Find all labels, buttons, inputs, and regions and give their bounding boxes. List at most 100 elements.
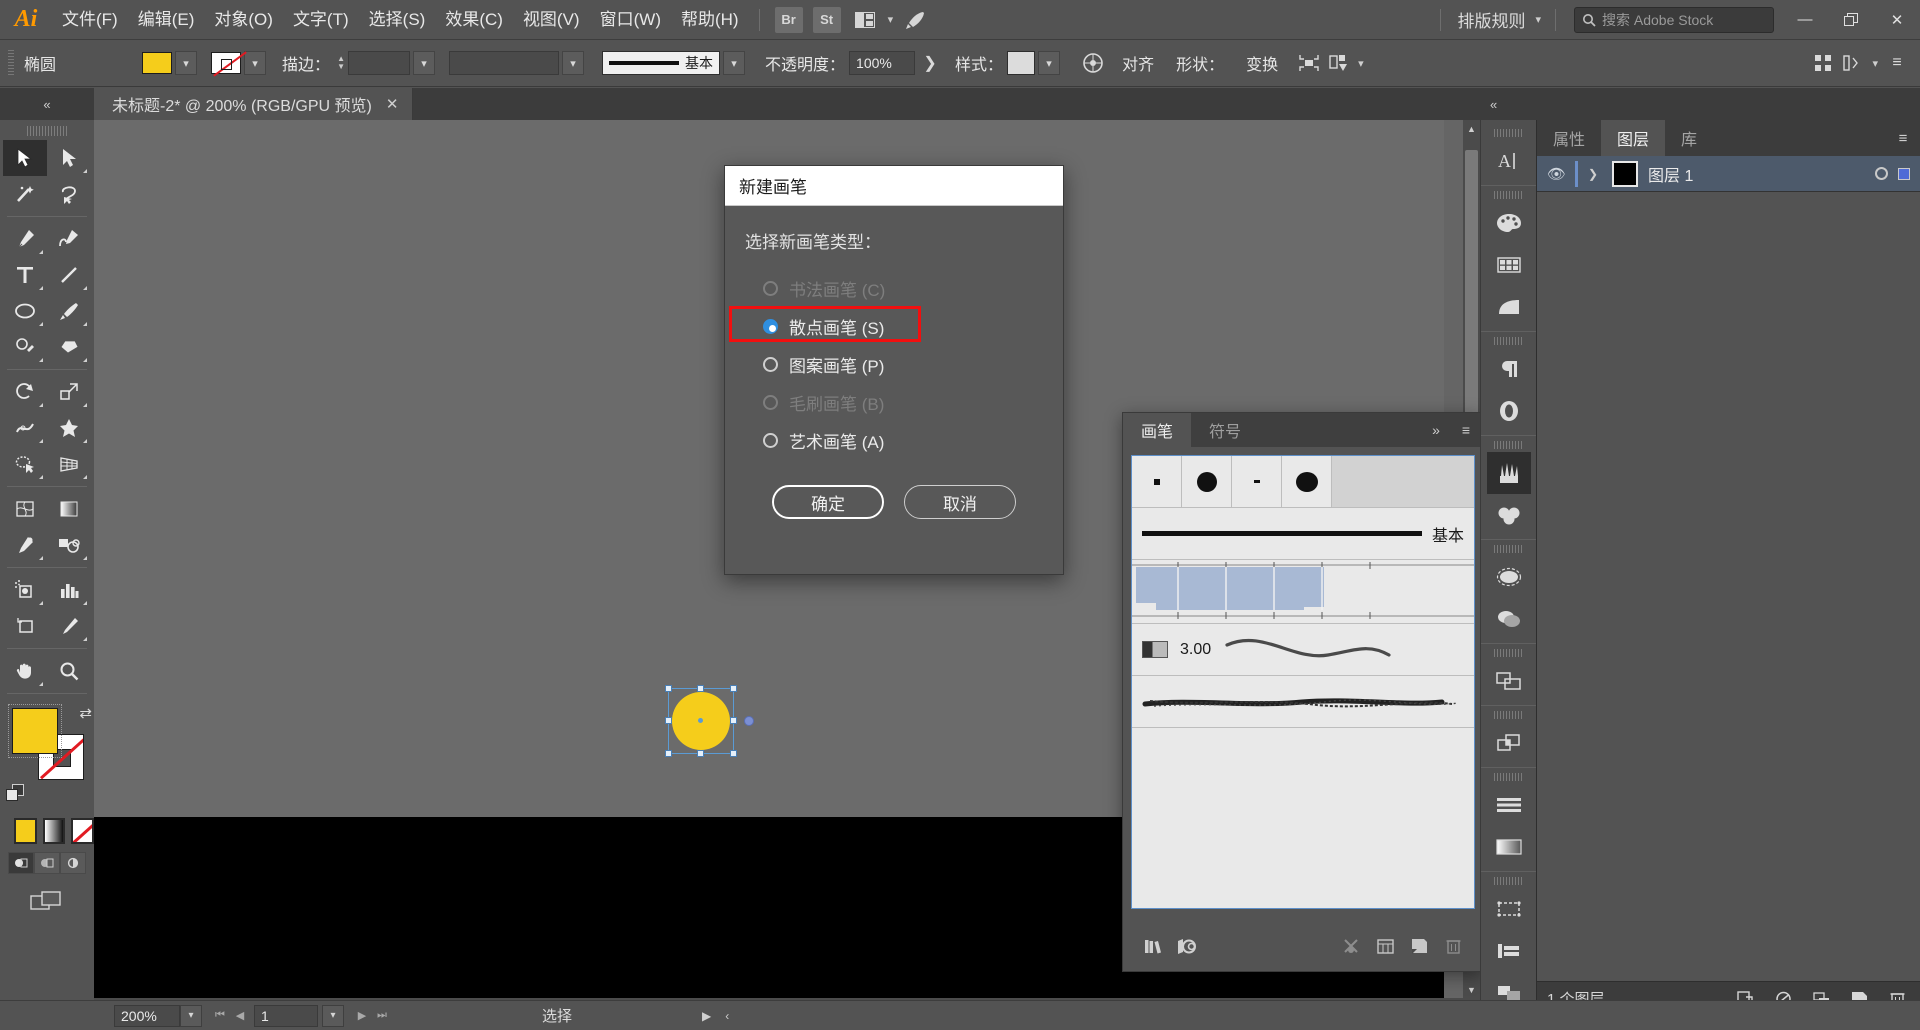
- brushes-panel-menu-icon[interactable]: ≡: [1451, 413, 1481, 447]
- fill-swatch[interactable]: [142, 52, 173, 74]
- brush-type-option-art[interactable]: 艺术画笔 (A): [745, 421, 1043, 459]
- pathfinder-panel-icon[interactable]: [1487, 722, 1531, 764]
- shape-button[interactable]: 形状：: [1176, 51, 1224, 75]
- selection-handle[interactable]: [697, 685, 704, 692]
- dialog-cancel-button[interactable]: 取消: [904, 485, 1016, 519]
- selection-handle[interactable]: [665, 685, 672, 692]
- fill-swatch-dropdown[interactable]: ▾: [175, 51, 198, 75]
- status-bar-nav[interactable]: ▶ ‹: [702, 1009, 729, 1023]
- selection-handle[interactable]: [730, 685, 737, 692]
- minimize-button[interactable]: —: [1782, 0, 1828, 40]
- stroke-weight-dropdown[interactable]: ▾: [413, 51, 436, 75]
- last-artboard-button[interactable]: ⏭: [372, 1005, 392, 1027]
- arrange-objects-caret-icon[interactable]: ▾: [1354, 57, 1368, 70]
- align-panel-icon[interactable]: [1487, 784, 1531, 826]
- document-tab-close-icon[interactable]: ✕: [386, 95, 399, 113]
- artboard-number-input[interactable]: 1: [254, 1004, 318, 1027]
- control-bar-menu-icon[interactable]: ≡: [1882, 49, 1912, 77]
- none-mode-button[interactable]: [71, 818, 95, 844]
- arrange-caret-icon[interactable]: ▾: [884, 13, 898, 26]
- layer-name[interactable]: 图层 1: [1648, 162, 1693, 186]
- brushes-panel-expand-icon[interactable]: »: [1421, 413, 1451, 447]
- status-menu-icon[interactable]: ‹: [725, 1009, 729, 1023]
- eyedropper-tool[interactable]: [3, 527, 47, 563]
- tab-properties[interactable]: 属性: [1537, 120, 1601, 156]
- stroke-swatch-dropdown[interactable]: ▾: [244, 51, 267, 75]
- toolbar-fill-swatch[interactable]: [8, 704, 62, 758]
- brush-item-dash[interactable]: [1232, 456, 1282, 507]
- live-shape-widget[interactable]: [744, 716, 754, 726]
- variable-width-profile[interactable]: [449, 51, 560, 75]
- paintbrush-tool[interactable]: [47, 293, 91, 329]
- asset-export-panel-icon[interactable]: [1487, 930, 1531, 972]
- menu-type[interactable]: 文字(T): [283, 0, 359, 40]
- zoom-tool[interactable]: [47, 653, 91, 689]
- line-segment-tool[interactable]: [47, 257, 91, 293]
- align-button[interactable]: 对齐: [1122, 51, 1154, 75]
- direct-selection-tool[interactable]: [47, 140, 91, 176]
- brushes-list[interactable]: 基本 3.00: [1131, 455, 1475, 909]
- swatches-panel-icon[interactable]: [1487, 244, 1531, 286]
- selection-tool[interactable]: [3, 140, 47, 176]
- brush-item-basic[interactable]: 基本: [1132, 508, 1474, 560]
- selection-handle[interactable]: [665, 750, 672, 757]
- menu-help[interactable]: 帮助(H): [671, 0, 749, 40]
- delete-brush-icon[interactable]: [1439, 933, 1467, 959]
- lasso-tool[interactable]: [47, 176, 91, 212]
- slice-tool[interactable]: [47, 608, 91, 644]
- status-next-icon[interactable]: ▶: [702, 1009, 711, 1023]
- variable-width-dropdown[interactable]: ▾: [562, 51, 585, 75]
- graphic-style-swatch[interactable]: [1007, 51, 1036, 75]
- menu-select[interactable]: 选择(S): [359, 0, 436, 40]
- transform-panel-icon[interactable]: [1487, 660, 1531, 702]
- symbols-panel-icon[interactable]: [1487, 494, 1531, 536]
- arrange-documents-icon[interactable]: [851, 7, 879, 33]
- mesh-tool[interactable]: [3, 491, 47, 527]
- shaper-tool[interactable]: [3, 329, 47, 365]
- artboards-panel-icon[interactable]: [1487, 888, 1531, 930]
- tab-symbols[interactable]: 符号: [1191, 413, 1260, 447]
- zoom-level-input[interactable]: 200%: [114, 1004, 180, 1027]
- transform-button[interactable]: 变换: [1246, 51, 1278, 75]
- type-tool[interactable]: [3, 257, 47, 293]
- stroke-swatch[interactable]: [211, 52, 242, 74]
- default-fill-stroke-icon[interactable]: [6, 784, 28, 806]
- artboard-tool[interactable]: [3, 608, 47, 644]
- gradient-tool[interactable]: [47, 491, 91, 527]
- tools-panel-grip[interactable]: [27, 126, 67, 136]
- dialog-ok-button[interactable]: 确定: [772, 485, 884, 519]
- stroke-profile-preview[interactable]: 基本: [602, 51, 721, 75]
- radio-scatter-icon[interactable]: [763, 318, 778, 334]
- distribute-caret-icon[interactable]: ▾: [1868, 57, 1882, 70]
- width-tool[interactable]: [3, 410, 47, 446]
- recolor-artwork-icon[interactable]: [1078, 49, 1108, 77]
- isolate-selected-object-icon[interactable]: [1294, 49, 1324, 77]
- menu-edit[interactable]: 编辑(E): [128, 0, 205, 40]
- change-screen-mode-icon[interactable]: [0, 890, 94, 914]
- gradient-mode-button[interactable]: [42, 818, 66, 844]
- column-graph-tool[interactable]: [47, 572, 91, 608]
- selection-handle[interactable]: [730, 717, 737, 724]
- layer-selected-indicator[interactable]: [1898, 167, 1910, 180]
- tab-brushes[interactable]: 画笔: [1123, 413, 1192, 447]
- swap-fill-stroke-icon[interactable]: ⇄: [79, 704, 92, 722]
- layer-visibility-icon[interactable]: 👁: [1547, 165, 1566, 183]
- menu-effect[interactable]: 效果(C): [435, 0, 513, 40]
- layer-target-icon[interactable]: [1875, 167, 1888, 180]
- menu-view[interactable]: 视图(V): [513, 0, 590, 40]
- gradient-panel-icon[interactable]: [1487, 826, 1531, 868]
- bridge-button[interactable]: Br: [774, 6, 803, 33]
- layer-row[interactable]: 👁 ❯ 图层 1: [1537, 156, 1920, 192]
- menu-object[interactable]: 对象(O): [204, 0, 283, 40]
- rotate-tool[interactable]: [3, 374, 47, 410]
- eraser-tool[interactable]: [47, 329, 91, 365]
- brush-type-option-scatter[interactable]: 散点画笔 (S): [729, 306, 1043, 345]
- draw-behind-mode-icon[interactable]: [34, 852, 60, 874]
- hand-tool[interactable]: [3, 653, 47, 689]
- brush-item-art[interactable]: 3.00: [1132, 624, 1474, 676]
- radio-art-icon[interactable]: [763, 432, 778, 448]
- brush-item-pattern[interactable]: [1132, 560, 1474, 624]
- zoom-level-dropdown[interactable]: ▾: [180, 1004, 202, 1027]
- search-adobe-stock-input[interactable]: 搜索 Adobe Stock: [1574, 6, 1774, 33]
- workspace-switcher[interactable]: 排版规则: [1451, 7, 1531, 32]
